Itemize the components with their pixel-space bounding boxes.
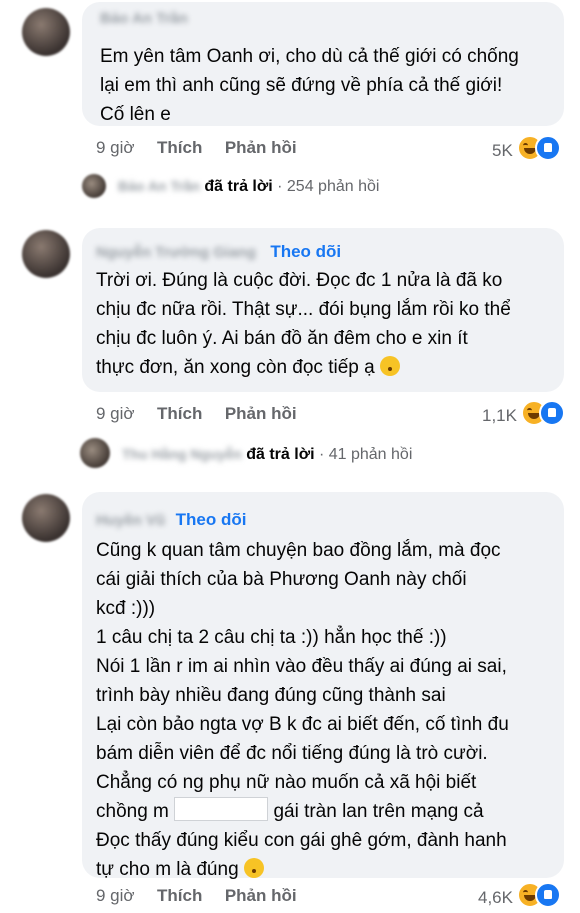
reply-button[interactable]: Phản hồi [225,138,297,157]
commenter-avatar[interactable] [22,494,70,542]
commenter-name[interactable]: Bảo An Trần [100,10,188,27]
commenter-avatar[interactable] [22,230,70,278]
reaction-summary[interactable]: 4,6K [478,882,562,913]
comment-bubble: Bảo An Trần Em yên tâm Oanh ơi, cho dù c… [82,2,564,126]
comment-time[interactable]: 9 giờ [96,404,135,423]
reply-author-name: Bảo An Trần [118,178,200,194]
follow-button[interactable]: Theo dõi [270,242,341,261]
follow-button[interactable]: Theo dõi [176,510,247,529]
comment-time[interactable]: 9 giờ [96,138,135,157]
like-button[interactable]: Thích [157,404,202,423]
reaction-summary[interactable]: 1,1K [482,400,566,431]
comment-time[interactable]: 9 giờ [96,886,135,905]
view-replies-link[interactable]: Bảo An Trần đã trả lời · 254 phản hồi [118,178,379,196]
like-icon [535,882,562,908]
commenter-name[interactable]: Huyền Vũ [96,512,165,529]
commenter-name[interactable]: Nguyễn Trường Giang [96,244,256,261]
reply-author-name: Thu Hằng Nguyễn [122,446,242,462]
like-button[interactable]: Thích [157,138,202,157]
redacted-block [174,797,269,821]
comment-text: Trời ơi. Đúng là cuộc đời. Đọc đc 1 nửa … [96,270,511,378]
reaction-summary[interactable]: 5K [492,135,562,166]
reaction-count: 1,1K [482,406,517,425]
comment-actions: 9 giờ Thích Phản hồi [96,886,297,906]
rolling-laughing-emoji [243,858,264,878]
comment-actions: 9 giờ Thích Phản hồi [96,138,297,158]
comment-actions: 9 giờ Thích Phản hồi [96,404,297,424]
like-icon [539,400,566,426]
view-replies-link[interactable]: Thu Hằng Nguyễn đã trả lời · 41 phản hồi [122,446,412,464]
reply-avatar [82,174,106,198]
comment-text: Em yên tâm Oanh ơi, cho dù cả thế giới c… [100,46,519,125]
comment-bubble: Nguyễn Trường Giang Theo dõi Trời ơi. Đú… [82,228,564,392]
comment-bubble: Huyền Vũ Theo dõi Cũng k quan tâm chuyện… [82,492,564,880]
reply-button[interactable]: Phản hồi [225,404,297,423]
hushed-face-emoji [379,356,400,376]
comment-text: Cũng k quan tâm chuyện bao đồng lắm, mà … [96,540,509,880]
reply-avatar [80,438,110,468]
commenter-avatar[interactable] [22,8,70,56]
reply-button[interactable]: Phản hồi [225,886,297,905]
like-button[interactable]: Thích [157,886,202,905]
reaction-count: 4,6K [478,888,513,907]
like-icon [535,135,562,161]
reaction-count: 5K [492,141,513,160]
